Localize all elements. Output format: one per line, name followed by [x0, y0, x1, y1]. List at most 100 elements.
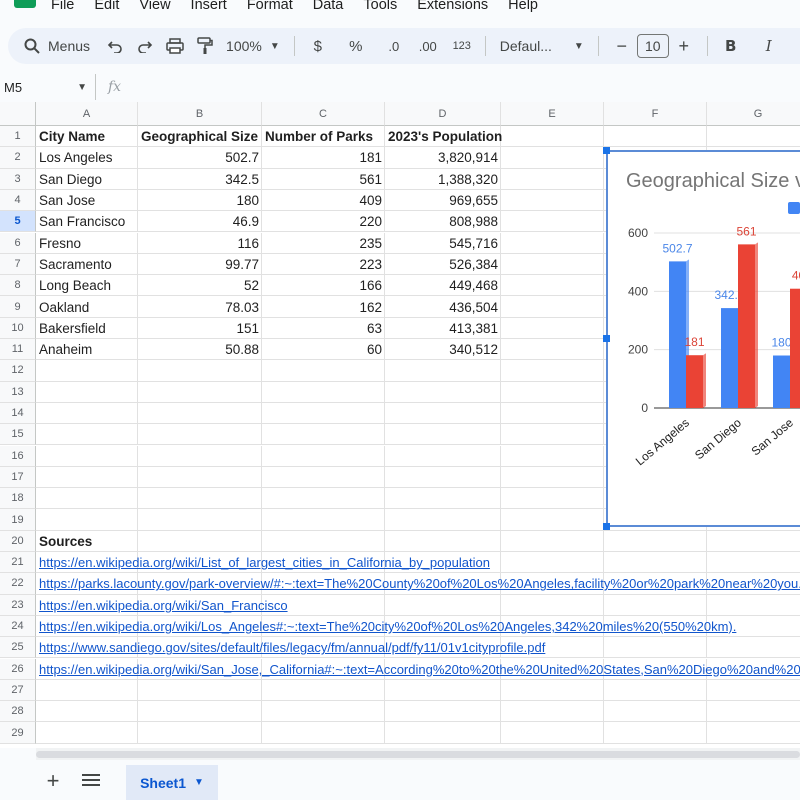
column-header-g[interactable]: G: [707, 102, 800, 126]
menu-item-edit[interactable]: Edit: [94, 0, 119, 14]
data-cell[interactable]: 808,988: [385, 211, 501, 232]
sources-label[interactable]: Sources: [36, 531, 138, 552]
grid-cell[interactable]: [604, 679, 707, 702]
grid-cell[interactable]: [501, 189, 604, 212]
grid-cell[interactable]: [36, 722, 138, 744]
grid-cell[interactable]: [262, 445, 385, 467]
data-cell[interactable]: 235: [262, 233, 385, 254]
grid-cell[interactable]: [262, 424, 385, 446]
grid-cell[interactable]: [36, 466, 138, 489]
menu-item-data[interactable]: Data: [313, 0, 344, 14]
data-cell[interactable]: 3,820,914: [385, 147, 501, 168]
row-header-16[interactable]: 16: [0, 445, 36, 467]
column-header-a[interactable]: A: [36, 102, 138, 126]
chart-resize-handle[interactable]: [603, 335, 610, 342]
column-header-d[interactable]: D: [385, 102, 501, 126]
grid-cell[interactable]: [385, 381, 501, 403]
menu-item-extensions[interactable]: Extensions: [417, 0, 488, 14]
grid-cell[interactable]: [501, 296, 604, 318]
grid-cell[interactable]: [385, 701, 501, 723]
grid-cell[interactable]: [501, 339, 604, 361]
row-header-6[interactable]: 6: [0, 232, 36, 254]
data-cell[interactable]: 342.5: [138, 169, 262, 190]
grid-cell[interactable]: [604, 722, 707, 744]
undo-button[interactable]: [102, 32, 128, 60]
grid-cell[interactable]: [262, 509, 385, 531]
data-cell[interactable]: Fresno: [36, 233, 138, 254]
row-header-28[interactable]: 28: [0, 701, 36, 723]
chart-resize-handle[interactable]: [603, 523, 610, 530]
chart-resize-handle[interactable]: [603, 147, 610, 154]
grid-cell[interactable]: [501, 679, 604, 702]
data-cell[interactable]: 502.7: [138, 147, 262, 168]
row-header-1[interactable]: 1: [0, 126, 36, 148]
grid-cell[interactable]: [501, 381, 604, 403]
menus-search-button[interactable]: Menus: [10, 31, 100, 61]
horizontal-scrollbar[interactable]: [36, 748, 800, 760]
decrease-decimal-button[interactable]: .0: [381, 32, 407, 60]
grid-cell[interactable]: [501, 211, 604, 233]
grid-cell[interactable]: [138, 530, 262, 552]
source-link[interactable]: https://en.wikipedia.org/wiki/San_Jose,_…: [36, 659, 800, 680]
data-cell[interactable]: 50.88: [138, 339, 262, 360]
grid-cell[interactable]: [501, 530, 604, 552]
grid-cell[interactable]: [501, 232, 604, 254]
grid-cell[interactable]: [707, 531, 800, 552]
grid-cell[interactable]: [36, 445, 138, 467]
data-cell[interactable]: 409: [262, 190, 385, 211]
grid-cell[interactable]: [262, 530, 385, 552]
menu-item-insert[interactable]: Insert: [191, 0, 227, 14]
grid-cell[interactable]: [385, 424, 501, 446]
grid-cell[interactable]: [501, 402, 604, 425]
grid-cell[interactable]: [501, 317, 604, 339]
grid-cell[interactable]: [501, 253, 604, 276]
row-header-14[interactable]: 14: [0, 402, 36, 425]
data-cell[interactable]: 63: [262, 318, 385, 339]
menu-item-tools[interactable]: Tools: [363, 0, 397, 14]
grid-cell[interactable]: [262, 722, 385, 744]
grid-cell[interactable]: [138, 509, 262, 531]
header-cell[interactable]: Number of Parks: [262, 126, 385, 147]
font-size-input[interactable]: 10: [636, 34, 669, 58]
grid-cell[interactable]: [36, 488, 138, 510]
data-cell[interactable]: 545,716: [385, 233, 501, 254]
grid-cell[interactable]: [138, 381, 262, 403]
grid-cell[interactable]: [36, 424, 138, 446]
data-cell[interactable]: 46.9: [138, 211, 262, 232]
select-all-corner[interactable]: [0, 102, 36, 126]
data-cell[interactable]: 162: [262, 296, 385, 317]
grid-cell[interactable]: [36, 679, 138, 702]
grid-cell[interactable]: [262, 701, 385, 723]
data-cell[interactable]: 1,388,320: [385, 169, 501, 190]
row-header-13[interactable]: 13: [0, 381, 36, 403]
paint-format-button[interactable]: [192, 32, 218, 60]
menu-item-file[interactable]: File: [51, 0, 74, 14]
row-header-10[interactable]: 10: [0, 317, 36, 339]
row-header-3[interactable]: 3: [0, 168, 36, 190]
grid-cell[interactable]: [707, 701, 800, 723]
menu-item-view[interactable]: View: [139, 0, 170, 14]
redo-button[interactable]: [132, 32, 158, 60]
bold-button[interactable]: B: [718, 32, 744, 60]
data-cell[interactable]: 413,381: [385, 318, 501, 339]
zoom-select[interactable]: 100% ▼: [220, 38, 286, 54]
grid-cell[interactable]: [385, 466, 501, 489]
grid-cell[interactable]: [385, 445, 501, 467]
grid-cell[interactable]: [501, 360, 604, 382]
grid-cell[interactable]: [138, 701, 262, 723]
grid-cell[interactable]: [138, 722, 262, 744]
row-header-12[interactable]: 12: [0, 360, 36, 382]
grid-cell[interactable]: [262, 402, 385, 425]
scrollbar-thumb[interactable]: [36, 751, 800, 758]
header-cell[interactable]: Geographical Size: [138, 126, 262, 147]
source-link[interactable]: https://en.wikipedia.org/wiki/Los_Angele…: [36, 616, 800, 637]
grid-cell[interactable]: [385, 722, 501, 744]
grid-cell[interactable]: [501, 168, 604, 190]
data-cell[interactable]: San Jose: [36, 190, 138, 211]
grid-cell[interactable]: [501, 509, 604, 531]
increase-font-size-button[interactable]: +: [671, 32, 697, 60]
sheets-logo-icon[interactable]: [14, 0, 36, 8]
add-sheet-button[interactable]: +: [44, 768, 62, 794]
data-cell[interactable]: 52: [138, 275, 262, 296]
grid-cell[interactable]: [262, 466, 385, 489]
